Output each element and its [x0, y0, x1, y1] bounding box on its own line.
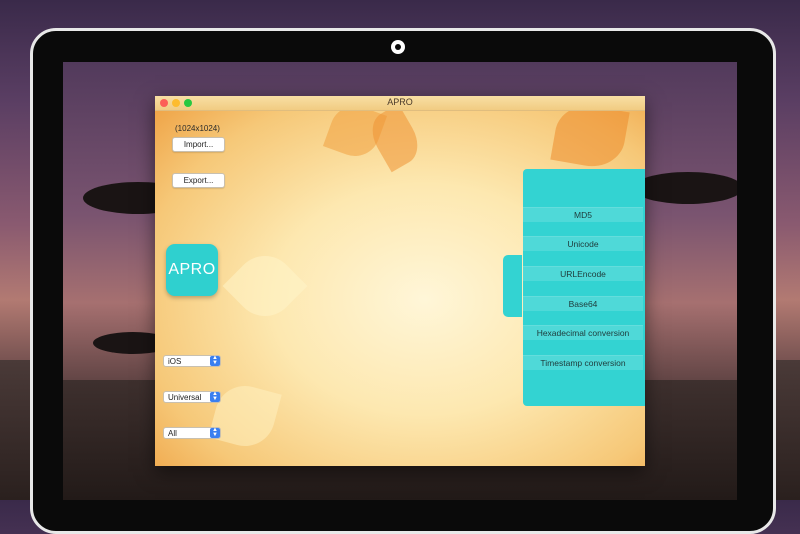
wallpaper-tree-right — [633, 172, 737, 204]
camera-icon — [391, 40, 405, 54]
tools-panel: MD5 Unicode URLEncode Base64 Hexadecimal… — [523, 169, 645, 406]
chevron-updown-icon: ▲ ▼ — [210, 355, 220, 366]
image-size-hint: (1024x1024) — [175, 124, 220, 133]
app-window: APRO (1024x1024) Import... Export... APR… — [155, 96, 645, 466]
panel-item-base64[interactable]: Base64 — [523, 296, 643, 311]
decorative-petal — [208, 379, 282, 453]
panel-item-unicode[interactable]: Unicode — [523, 236, 643, 251]
device-select[interactable]: Universal ▲ ▼ — [163, 391, 221, 403]
panel-item-hexadecimal-conversion[interactable]: Hexadecimal conversion — [523, 325, 643, 340]
title-bar: APRO — [155, 96, 645, 111]
import-button[interactable]: Import... — [172, 137, 225, 152]
panel-item-timestamp-conversion[interactable]: Timestamp conversion — [523, 355, 643, 370]
filter-select[interactable]: All ▲ ▼ — [163, 427, 221, 439]
panel-toggle-tab[interactable] — [503, 255, 522, 317]
decorative-petal — [222, 243, 308, 329]
panel-item-urlencode[interactable]: URLEncode — [523, 266, 643, 281]
decorative-petal — [550, 100, 630, 172]
filter-select-value: All — [168, 429, 177, 438]
platform-select-value: iOS — [168, 357, 182, 366]
export-button[interactable]: Export... — [172, 173, 225, 188]
window-title: APRO — [387, 97, 413, 107]
panel-item-md5[interactable]: MD5 — [523, 207, 643, 222]
platform-select[interactable]: iOS ▲ ▼ — [163, 355, 221, 367]
app-icon-drop-area[interactable]: APRO — [166, 244, 218, 296]
chevron-updown-icon: ▲ ▼ — [210, 427, 220, 438]
device-select-value: Universal — [168, 393, 202, 402]
chevron-updown-icon: ▲ ▼ — [210, 391, 220, 402]
